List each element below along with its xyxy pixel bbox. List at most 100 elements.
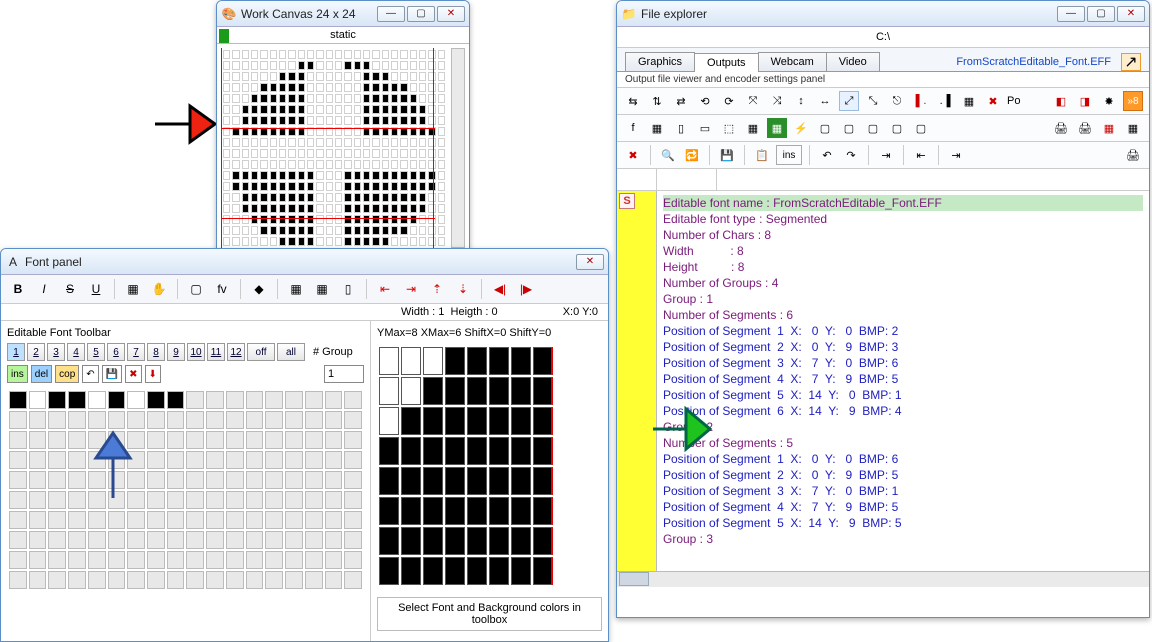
- strike-button[interactable]: S: [59, 278, 81, 300]
- save-button[interactable]: 💾: [102, 365, 122, 383]
- redo-icon[interactable]: ↷: [841, 145, 861, 165]
- char-slot-11[interactable]: 11: [207, 343, 225, 361]
- flip-v-button[interactable]: |▶: [515, 278, 537, 300]
- pixel-canvas[interactable]: [221, 48, 447, 270]
- tool-icon[interactable]: ⇅: [647, 91, 667, 111]
- sel1-button[interactable]: ▦: [285, 278, 307, 300]
- sel3-button[interactable]: ▯: [337, 278, 359, 300]
- tool-icon[interactable]: ◧: [1051, 91, 1071, 111]
- tool-icon[interactable]: ▦: [1123, 118, 1143, 138]
- all-button[interactable]: all: [277, 343, 305, 361]
- grid-button[interactable]: ▦: [122, 278, 144, 300]
- char-slot-3[interactable]: 3: [47, 343, 65, 361]
- shape-button[interactable]: ▢: [185, 278, 207, 300]
- clear-button[interactable]: ✖: [125, 365, 141, 383]
- tool-icon[interactable]: .▐: [935, 91, 955, 111]
- close-button[interactable]: ✕: [1117, 6, 1145, 22]
- tool-icon[interactable]: ⚡: [791, 118, 811, 138]
- code-output[interactable]: Editable font name : FromScratchEditable…: [657, 191, 1149, 571]
- marker-button[interactable]: ⬇: [145, 365, 161, 383]
- save-icon[interactable]: 💾: [717, 145, 737, 165]
- hand-button[interactable]: ✋: [148, 278, 170, 300]
- char-slot-4[interactable]: 4: [67, 343, 85, 361]
- tool-icon[interactable]: ↔: [815, 91, 835, 111]
- tool-icon[interactable]: ⟲: [695, 91, 715, 111]
- bold-button[interactable]: B: [7, 278, 29, 300]
- tool-icon[interactable]: »8: [1123, 91, 1143, 111]
- tool-icon[interactable]: ⤡: [863, 91, 883, 111]
- flip-h-button[interactable]: ◀|: [489, 278, 511, 300]
- char-slot-8[interactable]: 8: [147, 343, 165, 361]
- print-icon[interactable]: 🖨: [1051, 118, 1071, 138]
- maximize-button[interactable]: ▢: [1087, 6, 1115, 22]
- tool-icon[interactable]: ⤧: [743, 91, 763, 111]
- char-slot-2[interactable]: 2: [27, 343, 45, 361]
- del-button[interactable]: del: [31, 365, 52, 383]
- tool-icon[interactable]: ▦: [1099, 118, 1119, 138]
- arrow-down-button[interactable]: ⇣: [452, 278, 474, 300]
- off-button[interactable]: off: [247, 343, 275, 361]
- tool-icon[interactable]: ⤨: [767, 91, 787, 111]
- sync-icon[interactable]: S: [619, 193, 635, 209]
- tool-icon[interactable]: ✸: [1099, 91, 1119, 111]
- print-icon[interactable]: 🖨: [1123, 145, 1143, 165]
- undo-icon[interactable]: ↶: [817, 145, 837, 165]
- align-icon[interactable]: ⇥: [946, 145, 966, 165]
- ins-button[interactable]: ins: [7, 365, 28, 383]
- char-slot-6[interactable]: 6: [107, 343, 125, 361]
- file-explorer-titlebar[interactable]: 📁 File explorer — ▢ ✕: [617, 1, 1149, 27]
- vertical-scrollbar[interactable]: [451, 48, 465, 248]
- file-link[interactable]: FromScratchEditable_Font.EFF: [950, 53, 1117, 71]
- char-preview-grid[interactable]: [7, 389, 364, 591]
- tool-icon[interactable]: ⬚: [719, 118, 739, 138]
- tool-icon[interactable]: ▦: [959, 91, 979, 111]
- tool-icon[interactable]: ⇄: [671, 91, 691, 111]
- tool-icon[interactable]: ⇆: [623, 91, 643, 111]
- print-icon[interactable]: 🖨: [1075, 118, 1095, 138]
- paste-icon[interactable]: 📋: [752, 145, 772, 165]
- char-slot-7[interactable]: 7: [127, 343, 145, 361]
- underline-button[interactable]: U: [85, 278, 107, 300]
- tool-icon[interactable]: ▦: [647, 118, 667, 138]
- glyph-grid[interactable]: [377, 345, 555, 587]
- close-button[interactable]: ✕: [576, 254, 604, 270]
- tool-icon[interactable]: ⤢: [839, 91, 859, 111]
- tool-icon[interactable]: ▦: [767, 118, 787, 138]
- italic-button[interactable]: I: [33, 278, 55, 300]
- tool-icon[interactable]: ▯: [671, 118, 691, 138]
- tool-icon[interactable]: ▌.: [911, 91, 931, 111]
- char-slot-10[interactable]: 10: [187, 343, 205, 361]
- tab-graphics[interactable]: Graphics: [625, 52, 695, 71]
- char-slot-9[interactable]: 9: [167, 343, 185, 361]
- font-panel-titlebar[interactable]: A Font panel ✕: [1, 249, 608, 275]
- sel2-button[interactable]: ▦: [311, 278, 333, 300]
- indent-icon[interactable]: ⇥: [876, 145, 896, 165]
- tool-icon[interactable]: ▭: [695, 118, 715, 138]
- tool-icon[interactable]: ⎋: [887, 91, 907, 111]
- tool-icon[interactable]: ▢: [887, 118, 907, 138]
- tag-button[interactable]: ◆: [248, 278, 270, 300]
- work-canvas-titlebar[interactable]: 🎨 Work Canvas 24 x 24 — ▢ ✕: [217, 1, 469, 27]
- arrow-up-button[interactable]: ⇡: [426, 278, 448, 300]
- char-slot-1[interactable]: 1: [7, 343, 25, 361]
- minimize-button[interactable]: —: [1057, 6, 1085, 22]
- tool-icon[interactable]: ▢: [863, 118, 883, 138]
- group-spinner[interactable]: [324, 365, 364, 383]
- cop-button[interactable]: cop: [55, 365, 79, 383]
- fv-button[interactable]: fv: [211, 278, 233, 300]
- tool-icon[interactable]: ▢: [911, 118, 931, 138]
- tool-icon[interactable]: f: [623, 118, 643, 138]
- tool-icon[interactable]: ✖: [983, 91, 1003, 111]
- ins-button[interactable]: ins: [776, 145, 802, 165]
- align-icon[interactable]: ⇤: [911, 145, 931, 165]
- tool-icon[interactable]: ▦: [743, 118, 763, 138]
- minimize-button[interactable]: —: [377, 6, 405, 22]
- char-slot-12[interactable]: 12: [227, 343, 245, 361]
- tool-icon[interactable]: ▢: [815, 118, 835, 138]
- horizontal-scrollbar[interactable]: [617, 571, 1149, 587]
- maximize-button[interactable]: ▢: [407, 6, 435, 22]
- popout-button[interactable]: ↗: [1121, 53, 1141, 71]
- close-button[interactable]: ✕: [437, 6, 465, 22]
- tab-outputs[interactable]: Outputs: [694, 53, 759, 72]
- tool-icon[interactable]: ◨: [1075, 91, 1095, 111]
